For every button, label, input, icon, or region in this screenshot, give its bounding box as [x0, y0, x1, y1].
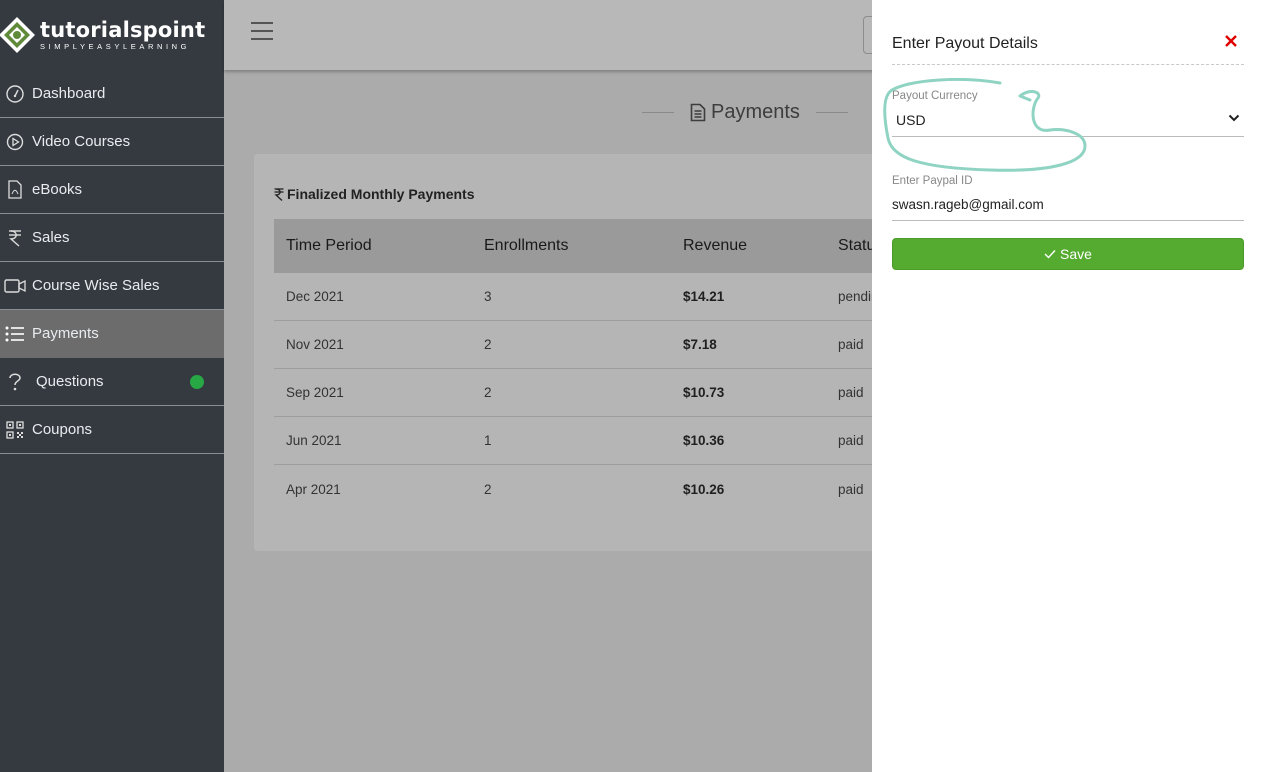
close-icon — [1225, 35, 1237, 47]
sidebar-item-ebooks[interactable]: eBooks — [0, 166, 224, 214]
heading-divider-right — [815, 112, 848, 113]
sidebar-item-sales[interactable]: Sales — [0, 214, 224, 262]
column-header-status: Status — [838, 237, 874, 254]
panel-divider — [892, 64, 1244, 65]
logo-emblem-icon — [0, 17, 35, 53]
sidebar-item-label: Video Courses — [32, 133, 131, 150]
sidebar-item-course-wise-sales[interactable]: Course Wise Sales — [0, 262, 224, 310]
table-row: Dec 2021 3 $14.21 pending — [274, 273, 874, 321]
sidebar-item-label: Coupons — [32, 421, 93, 438]
video-camera-icon — [0, 278, 32, 294]
cell-enrollments: 1 — [484, 433, 492, 448]
sidebar: tutorialspoint SIMPLYEASYLEARNING Dashbo… — [0, 0, 224, 772]
play-circle-icon — [0, 133, 32, 151]
card-title-text: Finalized Monthly Payments — [287, 186, 475, 202]
cell-revenue: $10.26 — [683, 481, 725, 497]
column-header-revenue: Revenue — [683, 237, 748, 254]
sidebar-nav: Dashboard Video Courses eBooks Sales Cou… — [0, 70, 224, 454]
brand-tagline: SIMPLYEASYLEARNING — [40, 42, 191, 51]
chevron-down-icon — [1228, 114, 1240, 122]
paypal-id-input[interactable]: swasn.rageb@gmail.com — [892, 189, 1244, 221]
paypal-id-value: swasn.rageb@gmail.com — [892, 197, 1044, 212]
sidebar-item-questions[interactable]: Questions — [0, 358, 224, 406]
sidebar-item-label: Questions — [36, 373, 104, 390]
save-button[interactable]: Save — [892, 238, 1244, 270]
rupee-icon — [0, 229, 32, 247]
page-title: Payments — [690, 101, 800, 124]
cell-enrollments: 2 — [484, 337, 492, 352]
cell-period: Jun 2021 — [286, 433, 342, 448]
column-header-time-period: Time Period — [286, 237, 372, 254]
cell-revenue: $10.73 — [683, 385, 725, 400]
panel-title: Enter Payout Details — [892, 35, 1038, 52]
qr-code-icon — [0, 420, 32, 439]
page-title-text: Payments — [711, 101, 800, 123]
cell-status: paid — [838, 337, 864, 352]
cell-status: paid — [838, 433, 864, 448]
sidebar-item-payments[interactable]: Payments — [0, 310, 224, 358]
list-icon — [0, 326, 32, 342]
cell-revenue: $14.21 — [683, 289, 725, 304]
table-row: Sep 2021 2 $10.73 paid — [274, 369, 874, 417]
sidebar-item-label: Sales — [32, 229, 70, 246]
sidebar-item-dashboard[interactable]: Dashboard — [0, 70, 224, 118]
cell-period: Nov 2021 — [286, 337, 344, 352]
cell-status: paid — [838, 385, 864, 400]
sidebar-item-video-courses[interactable]: Video Courses — [0, 118, 224, 166]
column-header-enrollments: Enrollments — [484, 237, 569, 254]
question-icon — [0, 372, 32, 392]
sidebar-item-label: Dashboard — [32, 85, 106, 102]
table-row: Jun 2021 1 $10.36 paid — [274, 417, 874, 465]
cell-status: pending — [838, 289, 874, 304]
save-label: Save — [1060, 246, 1092, 262]
cell-enrollments: 3 — [484, 289, 492, 304]
card-title: Finalized Monthly Payments — [274, 186, 474, 202]
sidebar-item-coupons[interactable]: Coupons — [0, 406, 224, 454]
cell-period: Dec 2021 — [286, 289, 344, 304]
payments-table: Time Period Enrollments Revenue Status D… — [274, 219, 874, 513]
table-row: Apr 2021 2 $10.26 paid — [274, 465, 874, 513]
cell-status: paid — [838, 481, 864, 497]
cell-enrollments: 2 — [484, 385, 492, 400]
page-heading: Payments — [642, 101, 848, 124]
cell-period: Apr 2021 — [286, 481, 341, 497]
cell-period: Sep 2021 — [286, 385, 344, 400]
table-row: Nov 2021 2 $7.18 paid — [274, 321, 874, 369]
table-header: Time Period Enrollments Revenue Status — [274, 219, 874, 273]
pdf-file-icon — [0, 180, 32, 199]
sidebar-item-label: Payments — [32, 325, 99, 342]
payments-card: Finalized Monthly Payments Time Period E… — [254, 154, 894, 551]
cell-revenue: $7.18 — [683, 337, 717, 352]
cell-revenue: $10.36 — [683, 433, 725, 448]
annotation-scribble — [883, 78, 1087, 172]
dashboard-gauge-icon — [0, 84, 32, 103]
checkmark-icon — [1044, 250, 1056, 259]
sidebar-item-label: eBooks — [32, 181, 83, 198]
brand-logo[interactable]: tutorialspoint SIMPLYEASYLEARNING — [0, 0, 224, 70]
heading-divider-left — [642, 112, 674, 113]
close-button[interactable] — [1225, 30, 1237, 53]
rupee-icon — [274, 187, 284, 201]
sidebar-item-label: Course Wise Sales — [32, 277, 160, 294]
document-icon — [690, 103, 706, 122]
cell-enrollments: 2 — [484, 481, 492, 497]
brand-name: tutorialspoint — [40, 18, 206, 42]
hamburger-menu-icon[interactable] — [251, 22, 273, 42]
notification-dot — [190, 374, 204, 389]
